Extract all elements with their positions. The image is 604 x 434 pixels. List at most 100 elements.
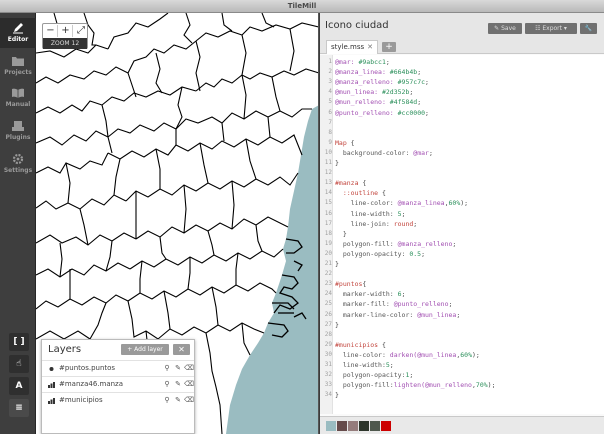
code-line[interactable]: @mun_linea: #2d352b; bbox=[335, 88, 413, 96]
add-layer-button[interactable]: + Add layer bbox=[121, 344, 169, 355]
code-line[interactable]: marker-fill: @punto_relleno; bbox=[335, 300, 453, 308]
color-swatch[interactable] bbox=[348, 421, 358, 431]
code-line[interactable]: @manza_relleno: #957c7c; bbox=[335, 78, 429, 86]
line-number: 21 bbox=[324, 260, 332, 267]
code-line[interactable]: line-join: round; bbox=[335, 220, 418, 228]
inspect-icon[interactable]: ⚲ bbox=[163, 396, 171, 405]
code-token: @mar: bbox=[335, 58, 359, 66]
code-line[interactable]: line-color: darken(@mun_linea,60%); bbox=[335, 351, 480, 359]
inspect-icon[interactable]: ⚲ bbox=[163, 380, 171, 389]
fullscreen-button[interactable]: [ ] bbox=[9, 333, 29, 351]
color-swatch[interactable] bbox=[381, 421, 391, 431]
code-line[interactable]: @mar: #9abcc1; bbox=[335, 58, 390, 66]
title-bar: TileMill bbox=[0, 0, 604, 13]
tab-label: style.mss bbox=[331, 43, 365, 51]
code-editor[interactable]: 1 2 3 4 5 6 7 8 9 10 11 12 13 14 15 16 17 18 19 20 21 22 23 24 2… bbox=[320, 55, 604, 414]
sidebar-item-projects[interactable]: Projects bbox=[0, 51, 36, 81]
code-line[interactable]: #manza { bbox=[335, 179, 366, 187]
code-token: ; bbox=[409, 88, 414, 97]
code-token: { bbox=[362, 179, 367, 188]
layer-name: #municipios bbox=[59, 396, 103, 404]
close-tab-icon[interactable]: ✕ bbox=[367, 41, 373, 54]
code-line[interactable]: } bbox=[335, 159, 339, 167]
edit-icon[interactable]: ✎ bbox=[174, 396, 182, 405]
line-number: 1 bbox=[328, 58, 332, 65]
code-line[interactable]: @mun_relleno: #4f584d; bbox=[335, 98, 421, 106]
code-line[interactable]: } bbox=[335, 230, 347, 238]
layer-row[interactable]: #manza46.manza ⚲ ✎ ⌫ bbox=[42, 376, 194, 392]
code-line[interactable]: marker-line-color: @mun_linea; bbox=[335, 311, 460, 319]
code-line[interactable]: } bbox=[335, 391, 339, 399]
code-token: ; bbox=[401, 290, 406, 299]
pointer-tool-button[interactable]: ☝ bbox=[9, 355, 29, 373]
layer-row[interactable]: #municipios ⚲ ✎ ⌫ bbox=[42, 392, 194, 408]
code-token: @manza_linea: bbox=[335, 68, 390, 77]
color-swatch[interactable] bbox=[359, 421, 369, 431]
layer-row[interactable]: #puntos.puntos ⚲ ✎ ⌫ bbox=[42, 360, 194, 376]
point-icon bbox=[49, 367, 54, 371]
edit-icon[interactable]: ✎ bbox=[174, 380, 182, 389]
code-token: @punto_relleno: bbox=[335, 108, 398, 117]
settings-button[interactable]: 🔧 bbox=[580, 23, 597, 34]
sidebar-item-manual[interactable]: Manual bbox=[0, 83, 36, 113]
delete-icon[interactable]: ⌫ bbox=[184, 380, 194, 389]
color-swatch[interactable] bbox=[370, 421, 380, 431]
code-token: Map bbox=[335, 138, 351, 147]
code-line[interactable]: background-color: @mar; bbox=[335, 149, 433, 157]
hand-pointer-icon: ☝ bbox=[16, 359, 22, 369]
sidebar-item-label: Editor bbox=[7, 36, 29, 43]
code-token: { bbox=[350, 138, 355, 147]
wrench-icon: 🔧 bbox=[584, 25, 593, 32]
sidebar-item-editor[interactable]: Editor bbox=[0, 18, 36, 48]
delete-icon[interactable]: ⌫ bbox=[184, 364, 194, 373]
tab-style-mss[interactable]: style.mss ✕ bbox=[326, 40, 378, 54]
add-tab-button[interactable]: + bbox=[382, 42, 396, 52]
edit-icon[interactable]: ✎ bbox=[174, 364, 182, 373]
inspect-icon[interactable]: ⚲ bbox=[163, 364, 171, 373]
line-number: 29 bbox=[324, 340, 332, 348]
line-number: 11 bbox=[324, 159, 332, 166]
color-swatch[interactable] bbox=[337, 421, 347, 431]
sidebar-item-plugins[interactable]: Plugins bbox=[0, 116, 36, 146]
editor-tabs: style.mss ✕ + bbox=[320, 40, 604, 54]
code-line[interactable]: @punto_relleno: #cc0000; bbox=[335, 109, 429, 117]
delete-icon[interactable]: ⌫ bbox=[184, 396, 194, 405]
save-button[interactable]: ✎ Save bbox=[488, 23, 522, 34]
code-line[interactable]: line-color: @manza_linea,60%); bbox=[335, 199, 468, 207]
code-token: polygon-fill: bbox=[335, 381, 394, 390]
zoom-in-button[interactable]: + bbox=[59, 25, 73, 37]
sidebar-item-settings[interactable]: Settings bbox=[0, 149, 36, 179]
code-line[interactable]: polygon-opacity:1; bbox=[335, 371, 413, 379]
sidebar-item-label: Plugins bbox=[5, 134, 31, 141]
fullscreen-map-button[interactable]: ⤢ bbox=[74, 25, 88, 37]
code-token: @mun_relleno bbox=[425, 381, 472, 390]
folder-icon bbox=[12, 57, 24, 66]
layers-tool-button[interactable]: ≡ bbox=[9, 399, 29, 417]
code-token: marker-line-color: bbox=[335, 310, 418, 319]
code-line[interactable]: polygon-fill:lighten(@mun_relleno,70%); bbox=[335, 381, 496, 390]
code-line[interactable]: marker-width: 6; bbox=[335, 290, 406, 299]
code-line[interactable]: polygon-fill: @manza_relleno; bbox=[335, 240, 457, 248]
code-line[interactable]: } bbox=[335, 321, 339, 329]
line-number: 15 bbox=[324, 199, 332, 207]
code-line[interactable]: line-width:5; bbox=[335, 361, 394, 369]
zoom-out-button[interactable]: − bbox=[44, 25, 58, 37]
line-number-gutter: 1 2 3 4 5 6 7 8 9 10 11 12 13 14 15 16 17 18 19 20 21 22 23 24 2… bbox=[320, 55, 333, 414]
color-swatch[interactable] bbox=[326, 421, 336, 431]
close-layers-button[interactable]: ✕ bbox=[173, 344, 190, 355]
code-line[interactable]: ::outline { bbox=[335, 189, 386, 197]
export-button[interactable]: ☷ Export ▾ bbox=[525, 23, 577, 34]
code-token: @mun_linea: bbox=[335, 88, 382, 97]
line-number: 7 bbox=[328, 118, 332, 126]
code-line[interactable]: } bbox=[335, 260, 339, 268]
font-tool-button[interactable]: A bbox=[9, 377, 29, 395]
pencil-icon bbox=[13, 23, 23, 34]
code-line[interactable]: line-width: 5; bbox=[335, 210, 406, 218]
code-token: } bbox=[335, 229, 347, 238]
code-line[interactable]: polygon-opacity: 0.5; bbox=[335, 250, 425, 258]
code-line[interactable]: #puntos{ bbox=[335, 280, 366, 288]
code-line[interactable]: Map { bbox=[335, 139, 355, 147]
code-line[interactable]: #municipios { bbox=[335, 341, 386, 349]
code-line[interactable]: @manza_linea: #664b4b; bbox=[335, 68, 421, 76]
line-number: 2 bbox=[328, 68, 332, 76]
